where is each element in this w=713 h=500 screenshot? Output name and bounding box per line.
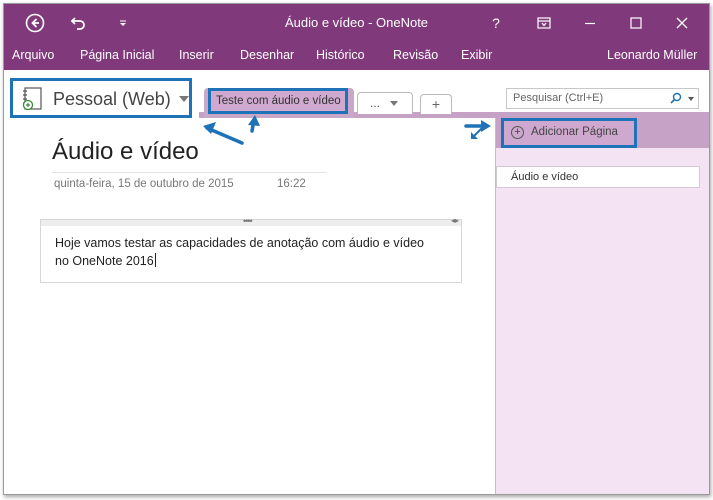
page-list-item-label: Áudio e vídeo bbox=[511, 171, 579, 183]
help-icon[interactable]: ? bbox=[486, 10, 506, 36]
menu-inserir[interactable]: Inserir bbox=[179, 48, 214, 62]
page-title[interactable]: Áudio e vídeo bbox=[52, 138, 199, 166]
section-tab-label: Teste com áudio e vídeo bbox=[216, 95, 341, 107]
window-title: Áudio e vídeo - OneNote bbox=[284, 15, 429, 30]
search-icon[interactable] bbox=[670, 92, 682, 107]
add-circle-icon: + bbox=[511, 126, 524, 139]
close-icon[interactable] bbox=[670, 10, 694, 36]
menu-arquivo[interactable]: Arquivo bbox=[12, 48, 54, 62]
menu-pagina-inicial[interactable]: Página Inicial bbox=[80, 48, 154, 62]
quick-access-dropdown-icon[interactable] bbox=[114, 10, 132, 36]
section-tab-active[interactable]: Teste com áudio e vídeo bbox=[208, 88, 348, 114]
note-text[interactable]: Hoje vamos testar as capacidades de anot… bbox=[55, 234, 455, 270]
search-box[interactable]: Pesquisar (Ctrl+E) bbox=[506, 88, 699, 109]
back-icon[interactable] bbox=[22, 10, 48, 36]
page-date: quinta-feira, 15 de outubro de 2015 bbox=[54, 178, 234, 190]
more-sections-tab[interactable]: ... bbox=[357, 92, 413, 114]
notebook-icon bbox=[20, 86, 44, 117]
search-scope-dropdown-icon[interactable] bbox=[688, 97, 694, 101]
ribbon-display-icon[interactable] bbox=[532, 10, 556, 36]
maximize-icon[interactable] bbox=[624, 10, 648, 36]
menu-revisao[interactable]: Revisão bbox=[393, 48, 438, 62]
onenote-window: Áudio e vídeo - OneNote ? Arquivo Página… bbox=[3, 3, 710, 495]
note-line-text: no OneNote 2016 bbox=[55, 254, 154, 268]
note-container[interactable]: •••• ◂▸ Hoje vamos testar as capacidades… bbox=[40, 216, 462, 283]
add-page-label: Adicionar Página bbox=[531, 126, 618, 138]
chevron-down-icon bbox=[390, 101, 398, 106]
menu-exibir[interactable]: Exibir bbox=[461, 48, 492, 62]
notebook-name: Pessoal (Web) bbox=[53, 89, 171, 109]
page-list-pane: + Adicionar Página Áudio e vídeo bbox=[495, 118, 709, 494]
add-page-button[interactable]: + Adicionar Página bbox=[501, 118, 637, 148]
page-list-item[interactable]: Áudio e vídeo bbox=[496, 166, 700, 188]
page-list-header: + Adicionar Página bbox=[496, 118, 709, 148]
note-drag-handle[interactable]: •••• ◂▸ bbox=[41, 216, 461, 226]
navigation-bar: Pessoal (Web) Teste com áudio e vídeo ..… bbox=[4, 70, 709, 118]
title-bar: Áudio e vídeo - OneNote ? bbox=[4, 4, 709, 42]
drag-handle-icon[interactable]: •••• bbox=[243, 216, 253, 226]
note-line: no OneNote 2016 bbox=[55, 252, 455, 270]
ribbon-tabs: Arquivo Página Inicial Inserir Desenhar … bbox=[4, 42, 709, 70]
page-canvas[interactable]: Áudio e vídeo quinta-feira, 15 de outubr… bbox=[4, 118, 494, 494]
minimize-icon[interactable] bbox=[578, 10, 602, 36]
search-input[interactable]: Pesquisar (Ctrl+E) bbox=[513, 92, 603, 104]
chevron-down-icon[interactable] bbox=[179, 96, 189, 102]
add-section-button[interactable]: + bbox=[420, 94, 452, 114]
page-time: 16:22 bbox=[277, 178, 306, 190]
user-name[interactable]: Leonardo Müller bbox=[607, 48, 697, 62]
menu-desenhar[interactable]: Desenhar bbox=[240, 48, 294, 62]
resize-handle-icon[interactable]: ◂▸ bbox=[451, 216, 459, 225]
note-line: Hoje vamos testar as capacidades de anot… bbox=[55, 236, 424, 250]
notebook-selector[interactable]: Pessoal (Web) bbox=[10, 78, 192, 118]
more-sections-label: ... bbox=[370, 96, 381, 110]
undo-icon[interactable] bbox=[66, 10, 92, 36]
title-divider bbox=[52, 172, 326, 173]
menu-historico[interactable]: Histórico bbox=[316, 48, 365, 62]
text-cursor bbox=[154, 253, 156, 267]
